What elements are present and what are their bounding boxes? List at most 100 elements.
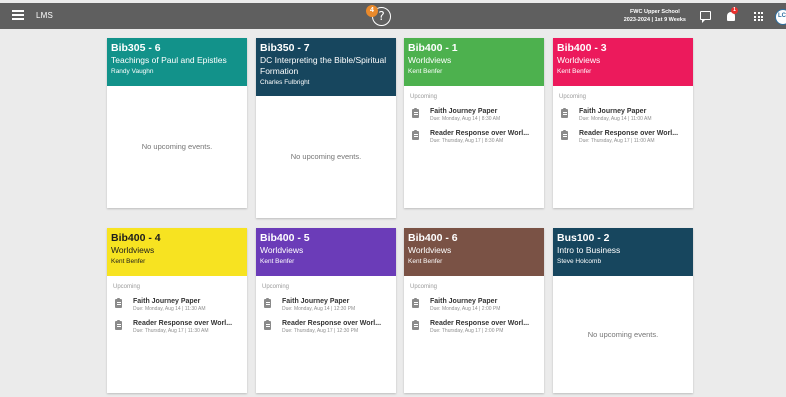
course-card[interactable]: Bib400 - 4 Worldviews Kent Benfer Upcomi… [107, 228, 247, 393]
course-instructor: Kent Benfer [111, 258, 146, 265]
event-title: Faith Journey Paper [430, 298, 498, 305]
assignment-icon [412, 108, 419, 118]
event-due: Due: Monday, Aug 14 | 11:30 AM [133, 306, 206, 312]
course-card-header[interactable]: Bus100 - 2 Intro to Business Steve Holco… [553, 228, 693, 276]
event-due: Due: Monday, Aug 14 | 2:00 PM [430, 306, 501, 312]
course-name: Worldviews [408, 55, 452, 65]
course-instructor: Kent Benfer [557, 68, 592, 75]
course-name: Worldviews [557, 55, 601, 65]
course-card-header[interactable]: Bib400 - 3 Worldviews Kent Benfer [553, 38, 693, 86]
no-events-message: No upcoming events. [290, 152, 362, 161]
course-card[interactable]: Bib400 - 5 Worldviews Kent Benfer Upcomi… [256, 228, 396, 393]
upcoming-heading: Upcoming [113, 284, 141, 290]
course-instructor: Steve Holcomb [557, 258, 602, 265]
assignment-icon [412, 320, 419, 330]
event-title: Faith Journey Paper [579, 108, 647, 115]
assignment-icon [264, 320, 271, 330]
event-due: Due: Monday, Aug 14 | 12:30 PM [282, 306, 356, 312]
school-name: FWC Upper School [629, 9, 680, 15]
course-card-header[interactable]: Bib400 - 5 Worldviews Kent Benfer [256, 228, 396, 276]
term-label: 2023-2024 | 1st 9 Weeks [623, 17, 686, 23]
event-due: Due: Thursday, Aug 17 | 8:30 AM [430, 138, 504, 144]
course-card[interactable]: Bib350 - 7 DC Interpreting the Bible/Spi… [256, 38, 396, 218]
course-name: Worldviews [111, 245, 155, 255]
course-card-body: Upcoming Faith Journey Paper Due: Monday… [256, 276, 396, 393]
course-card-body: Upcoming Faith Journey Paper Due: Monday… [553, 86, 693, 208]
event-item[interactable]: Reader Response over Worl... Due: Thursd… [404, 129, 544, 149]
assignment-icon [115, 320, 122, 330]
menu-icon[interactable] [12, 10, 24, 20]
apps-grid-icon[interactable] [754, 12, 763, 21]
event-due: Due: Monday, Aug 14 | 8:30 AM [430, 116, 501, 122]
course-instructor: Kent Benfer [408, 258, 443, 265]
course-name: Intro to Business [557, 245, 621, 255]
assignment-icon [264, 298, 271, 308]
avatar[interactable]: LC [775, 9, 786, 25]
event-item[interactable]: Faith Journey Paper Due: Monday, Aug 14 … [553, 107, 693, 127]
course-instructor: Randy Vaughn [111, 68, 154, 75]
top-app-bar: LMS ? 4 FWC Upper School 2023-2024 | 1st… [0, 3, 786, 29]
course-card[interactable]: Bus100 - 2 Intro to Business Steve Holco… [553, 228, 693, 393]
assignment-icon [412, 298, 419, 308]
course-instructor: Kent Benfer [408, 68, 443, 75]
assignment-icon [412, 130, 419, 140]
course-card-body: No upcoming events. [256, 96, 396, 218]
course-card-header[interactable]: Bib400 - 6 Worldviews Kent Benfer [404, 228, 544, 276]
school-term-selector[interactable]: FWC Upper School 2023-2024 | 1st 9 Weeks [624, 8, 686, 24]
no-events-message: No upcoming events. [141, 142, 213, 151]
course-name: Worldviews [408, 245, 452, 255]
event-due: Due: Thursday, Aug 17 | 11:00 AM [579, 138, 655, 144]
course-instructor: Kent Benfer [260, 258, 295, 265]
event-title: Reader Response over Worl... [282, 320, 382, 327]
course-code: Bib400 - 6 [408, 232, 458, 244]
event-item[interactable]: Faith Journey Paper Due: Monday, Aug 14 … [404, 107, 544, 127]
course-name: Teachings of Paul and Epistles [111, 55, 227, 65]
messages-icon[interactable] [700, 11, 711, 23]
course-card[interactable]: Bib305 - 6 Teachings of Paul and Epistle… [107, 38, 247, 208]
event-title: Faith Journey Paper [133, 298, 201, 305]
assignment-icon [561, 108, 568, 118]
course-card-header[interactable]: Bib400 - 1 Worldviews Kent Benfer [404, 38, 544, 86]
upcoming-heading: Upcoming [559, 94, 587, 100]
event-due: Due: Monday, Aug 14 | 11:00 AM [579, 116, 652, 122]
event-item[interactable]: Faith Journey Paper Due: Monday, Aug 14 … [404, 297, 544, 317]
event-due: Due: Thursday, Aug 17 | 12:30 PM [282, 328, 359, 334]
course-card-header[interactable]: Bib305 - 6 Teachings of Paul and Epistle… [107, 38, 247, 86]
help-badge: 4 [366, 5, 378, 17]
course-card-header[interactable]: Bib400 - 4 Worldviews Kent Benfer [107, 228, 247, 276]
course-code: Bib400 - 1 [408, 42, 458, 54]
event-item[interactable]: Reader Response over Worl... Due: Thursd… [256, 319, 396, 339]
course-code: Bus100 - 2 [557, 232, 610, 244]
assignment-icon [115, 298, 122, 308]
event-title: Reader Response over Worl... [430, 320, 530, 327]
course-card-body: Upcoming Faith Journey Paper Due: Monday… [404, 276, 544, 393]
event-item[interactable]: Reader Response over Worl... Due: Thursd… [553, 129, 693, 149]
course-code: Bib400 - 5 [260, 232, 310, 244]
assignment-icon [561, 130, 568, 140]
course-code: Bib400 - 4 [111, 232, 161, 244]
course-name: Worldviews [260, 245, 304, 255]
event-title: Reader Response over Worl... [133, 320, 233, 327]
course-card-header[interactable]: Bib350 - 7 DC Interpreting the Bible/Spi… [256, 38, 396, 96]
event-item[interactable]: Reader Response over Worl... Due: Thursd… [107, 319, 247, 339]
course-card-body: Upcoming Faith Journey Paper Due: Monday… [404, 86, 544, 208]
course-name: DC Interpreting the Bible/Spiritual Form… [260, 55, 387, 76]
upcoming-heading: Upcoming [410, 284, 438, 290]
event-item[interactable]: Reader Response over Worl... Due: Thursd… [404, 319, 544, 339]
course-card[interactable]: Bib400 - 3 Worldviews Kent Benfer Upcomi… [553, 38, 693, 208]
course-card-body: No upcoming events. [107, 86, 247, 208]
event-title: Reader Response over Worl... [579, 130, 679, 137]
event-item[interactable]: Faith Journey Paper Due: Monday, Aug 14 … [107, 297, 247, 317]
upcoming-heading: Upcoming [410, 94, 438, 100]
course-card[interactable]: Bib400 - 6 Worldviews Kent Benfer Upcomi… [404, 228, 544, 393]
course-card-body: No upcoming events. [553, 276, 693, 393]
event-due: Due: Thursday, Aug 17 | 11:30 AM [133, 328, 209, 334]
course-card[interactable]: Bib400 - 1 Worldviews Kent Benfer Upcomi… [404, 38, 544, 208]
app-name: LMS [36, 11, 54, 20]
event-title: Reader Response over Worl... [430, 130, 530, 137]
upcoming-heading: Upcoming [262, 284, 290, 290]
course-card-body: Upcoming Faith Journey Paper Due: Monday… [107, 276, 247, 393]
event-title: Faith Journey Paper [282, 298, 350, 305]
course-code: Bib305 - 6 [111, 42, 161, 54]
event-item[interactable]: Faith Journey Paper Due: Monday, Aug 14 … [256, 297, 396, 317]
